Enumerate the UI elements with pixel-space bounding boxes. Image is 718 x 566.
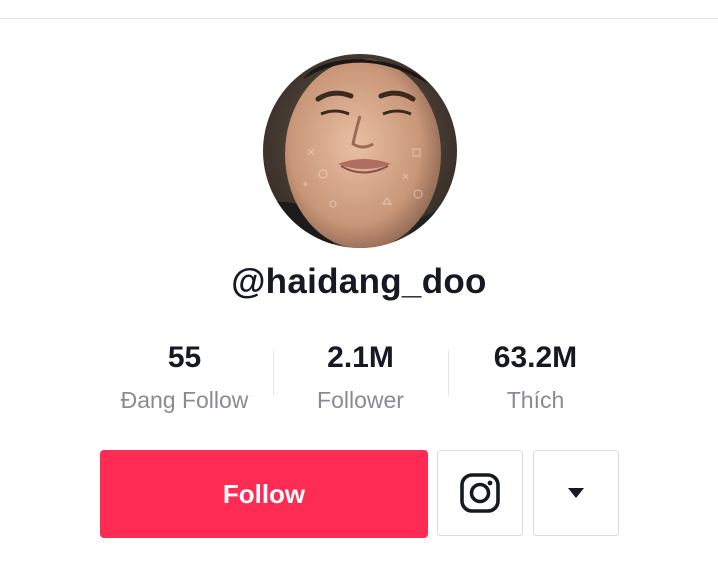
stat-followers-label: Follower xyxy=(317,387,404,413)
avatar-image xyxy=(263,54,457,248)
stat-followers[interactable]: 2.1M Follower xyxy=(273,338,448,422)
stat-following-value: 55 xyxy=(167,341,202,374)
follow-button[interactable]: Follow xyxy=(100,450,428,538)
top-divider xyxy=(0,18,718,19)
more-options-button[interactable] xyxy=(533,450,619,536)
stat-following[interactable]: 55 Đang Follow xyxy=(97,338,272,422)
username: @haidang_doo xyxy=(231,262,487,301)
avatar[interactable] xyxy=(263,54,457,248)
instagram-button[interactable] xyxy=(437,450,523,536)
stat-following-label: Đang Follow xyxy=(120,387,249,413)
stat-likes: 63.2M Thích xyxy=(448,338,623,422)
stats-row: 55 Đang Follow 2.1M Follower 63.2M Thích xyxy=(97,338,622,420)
stat-followers-value: 2.1M xyxy=(327,341,394,374)
stat-likes-label: Thích xyxy=(506,387,565,413)
stat-likes-value: 63.2M xyxy=(493,341,578,374)
caret-down-icon xyxy=(568,488,584,498)
instagram-icon xyxy=(460,473,500,513)
